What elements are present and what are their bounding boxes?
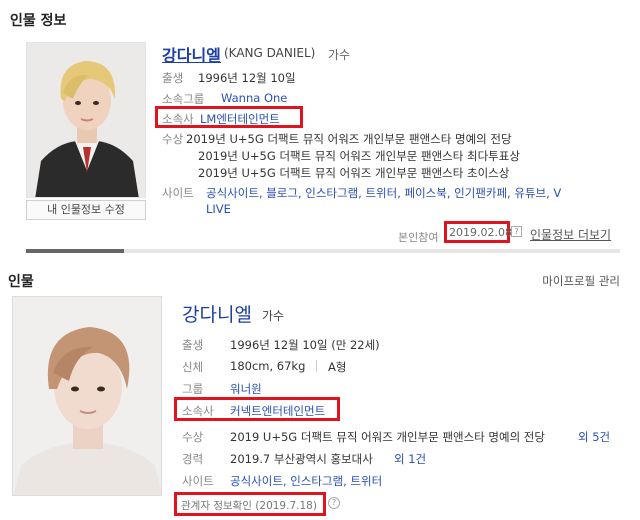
help-icon[interactable]: ? — [328, 497, 340, 509]
career-more-link[interactable]: 외 1건 — [394, 451, 426, 467]
scroll-indicator-thumb — [26, 249, 124, 253]
help-icon[interactable]: ? — [511, 226, 522, 237]
person-name-english: (KANG DANIEL) — [224, 46, 316, 60]
person-name-link[interactable]: 강다니엘 — [162, 42, 221, 66]
manage-profile-link[interactable]: 마이프로필 관리 — [542, 273, 620, 289]
profile-photo[interactable] — [12, 296, 162, 496]
edit-profile-button[interactable]: 내 인물정보 수정 — [26, 200, 146, 220]
person-name: 강다니엘 — [182, 304, 252, 326]
award-item: 2019년 U+5G 더팩트 뮤직 어워즈 개인부문 팬앤스타 초이스상 — [198, 166, 510, 180]
birth-value: 1996년 12월 10일 (만 22세) — [230, 338, 380, 352]
agency-label: 소속사 — [162, 112, 194, 126]
birth-value: 1996년 12월 10일 — [198, 71, 296, 85]
birth-label: 출생 — [162, 71, 184, 85]
body-value: 180cm, 67kg — [230, 359, 306, 373]
scroll-indicator — [26, 249, 620, 253]
section-title-person: 인물 — [8, 274, 34, 290]
verified-label: 본인참여 — [398, 231, 439, 244]
award-item: 2019년 U+5G 더팩트 뮤직 어워즈 개인부문 팬앤스타 최다투표상 — [198, 149, 520, 163]
verified-date: 2019.02.08 — [449, 226, 512, 239]
awards-label: 수상 — [162, 132, 184, 146]
more-info-link[interactable]: 인물정보 더보기 — [530, 226, 611, 243]
section-title-person-info: 인물 정보 — [10, 13, 67, 29]
group-link[interactable]: 워너원 — [230, 381, 262, 397]
profile-photo-image — [27, 43, 145, 197]
sites-links[interactable]: 공식사이트, 인스타그램, 트위터 — [230, 473, 382, 489]
career-label: 경력 — [182, 452, 204, 466]
blood-type-value: A형 — [328, 360, 347, 374]
career-value: 2019.7 부산광역시 홍보대사 — [230, 452, 373, 466]
agency-link[interactable]: LM엔터테인먼트 — [200, 111, 280, 127]
agency-label: 소속사 — [182, 404, 214, 418]
sites-label: 사이트 — [182, 474, 214, 488]
agency-link[interactable]: 커넥트엔터테인먼트 — [230, 403, 325, 419]
group-label: 그룹 — [182, 382, 204, 396]
sites-label: 사이트 — [162, 186, 194, 200]
profile-photo[interactable] — [26, 42, 146, 198]
divider — [316, 360, 317, 372]
group-link[interactable]: Wanna One — [221, 91, 287, 105]
body-label: 신체 — [182, 360, 204, 374]
sites-links-wrap[interactable]: LIVE — [206, 202, 231, 216]
awards-more-link[interactable]: 외 5건 — [578, 429, 610, 445]
person-occupation: 가수 — [328, 48, 351, 62]
birth-label: 출생 — [182, 338, 204, 352]
person-occupation: 가수 — [262, 309, 285, 323]
group-label: 소속그룹 — [162, 92, 205, 106]
award-item: 2019년 U+5G 더팩트 뮤직 어워즈 개인부문 팬앤스타 명예의 전당 — [186, 132, 512, 146]
verified-by-staff: 관계자 정보확인 (2019.7.18) — [181, 500, 317, 512]
sites-links[interactable]: 공식사이트, 블로그, 인스타그램, 트위터, 페이스북, 인기팬카페, 유튜브… — [206, 185, 561, 201]
profile-photo-image — [13, 297, 161, 495]
award-item: 2019 U+5G 더팩트 뮤직 어워즈 개인부문 팬앤스타 명예의 전당 — [230, 430, 545, 444]
awards-label: 수상 — [182, 430, 204, 444]
